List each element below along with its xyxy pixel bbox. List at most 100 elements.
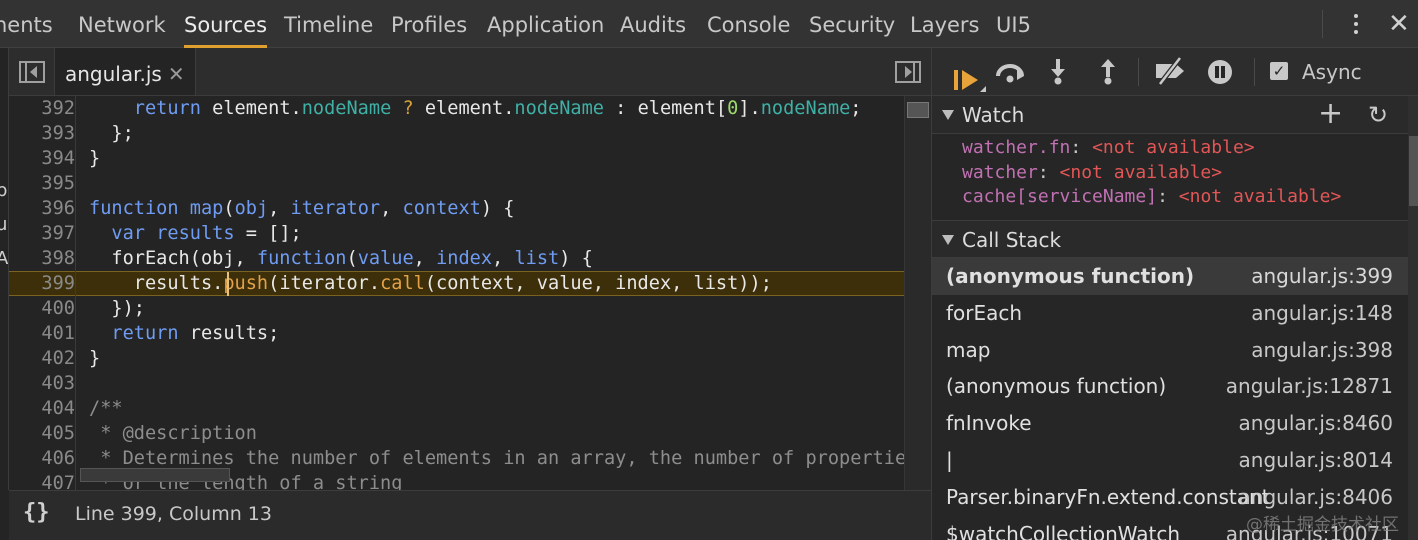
tab-elements[interactable]: nents bbox=[0, 0, 53, 48]
code-text: * @description bbox=[89, 423, 257, 444]
line-number[interactable]: 402 bbox=[9, 346, 75, 371]
call-frame[interactable]: map angular.js:398 bbox=[932, 332, 1418, 369]
line-number[interactable]: 396 bbox=[9, 196, 75, 221]
tab-sources[interactable]: Sources bbox=[184, 0, 268, 48]
line-number[interactable]: 399 bbox=[9, 272, 75, 295]
code-text: }; bbox=[89, 123, 134, 144]
call-frame-location[interactable]: angular.js:12871 bbox=[1226, 368, 1393, 405]
code-text: /** bbox=[89, 398, 123, 419]
watch-expression[interactable]: watcher: <not available> bbox=[962, 161, 1222, 185]
scrollbar-thumb[interactable] bbox=[1409, 136, 1418, 206]
toggle-debugger-icon[interactable] bbox=[895, 61, 921, 83]
deactivate-breakpoints-icon bbox=[1156, 56, 1184, 86]
call-stack-pane-header[interactable]: Call Stack bbox=[932, 220, 1418, 258]
line-number[interactable]: 404 bbox=[9, 396, 75, 421]
line-number[interactable]: 407 bbox=[9, 471, 75, 490]
editor-status-bar: {} Line 399, Column 13 bbox=[9, 490, 931, 540]
line-number[interactable]: 405 bbox=[9, 421, 75, 446]
tab-ui5[interactable]: UI5 bbox=[996, 0, 1031, 48]
expand-triangle-icon bbox=[942, 235, 954, 245]
file-tab[interactable]: angular.js ✕ bbox=[54, 48, 196, 95]
code-editor[interactable]: 392 return element.nodeName ? element.no… bbox=[9, 96, 931, 490]
code-line[interactable]: 396 function map(obj, iterator, context) … bbox=[9, 196, 931, 221]
line-number[interactable]: 395 bbox=[9, 171, 75, 196]
watch-pane-header[interactable]: Watch + ↻ bbox=[932, 96, 1418, 134]
async-checkbox[interactable]: ✓ bbox=[1270, 62, 1288, 80]
call-frame-location[interactable]: angular.js:399 bbox=[1251, 258, 1393, 295]
call-frame[interactable]: fnInvoke angular.js:8460 bbox=[932, 405, 1418, 442]
code-text: } bbox=[89, 148, 101, 169]
pretty-print-button[interactable]: {} bbox=[23, 500, 50, 525]
code-line[interactable]: 398 forEach(obj, function(value, index, … bbox=[9, 246, 931, 271]
add-icon[interactable]: + bbox=[1318, 96, 1343, 132]
call-frame[interactable]: forEach angular.js:148 bbox=[932, 295, 1418, 332]
tab-timeline[interactable]: Timeline bbox=[284, 0, 373, 48]
code-line[interactable]: 392 return element.nodeName ? element.no… bbox=[9, 96, 931, 121]
code-line[interactable]: 400 }); bbox=[9, 296, 931, 321]
navigator-fragment: p bbox=[0, 180, 8, 201]
tab-audits[interactable]: Audits bbox=[620, 0, 686, 48]
pause-on-exceptions-icon[interactable] bbox=[1208, 60, 1232, 84]
horizontal-scrollbar-thumb[interactable] bbox=[80, 468, 230, 482]
code-line[interactable]: 404 /** bbox=[9, 396, 931, 421]
line-number[interactable]: 403 bbox=[9, 371, 75, 396]
code-text: var results = []; bbox=[111, 223, 302, 244]
line-number[interactable]: 398 bbox=[9, 246, 75, 271]
close-icon[interactable]: ✕ bbox=[1388, 10, 1410, 38]
call-frame-location[interactable]: angular.js:398 bbox=[1251, 332, 1393, 369]
call-frame-name: $watchCollectionWatch bbox=[946, 521, 1181, 540]
line-number[interactable]: 401 bbox=[9, 321, 75, 346]
watch-name: watcher.fn bbox=[962, 137, 1071, 158]
line-number[interactable]: 394 bbox=[9, 146, 75, 171]
tab-network[interactable]: Network bbox=[78, 0, 166, 48]
code-line[interactable]: 403 bbox=[9, 371, 931, 396]
line-number[interactable]: 406 bbox=[9, 446, 75, 471]
watch-name: cache[serviceName] bbox=[962, 186, 1158, 207]
code-line[interactable]: 399 results.push(iterator.call(context, … bbox=[9, 271, 931, 296]
tab-console[interactable]: Console bbox=[707, 0, 790, 48]
step-out-button[interactable] bbox=[1092, 56, 1124, 88]
tab-layers[interactable]: Layers bbox=[910, 0, 980, 48]
watch-expression[interactable]: watcher.fn: <not available> bbox=[962, 136, 1255, 160]
code-line[interactable]: 401 return results; bbox=[9, 321, 931, 346]
line-number[interactable]: 397 bbox=[9, 221, 75, 246]
watch-separator: : bbox=[1157, 186, 1179, 207]
close-tab-icon[interactable]: ✕ bbox=[168, 62, 185, 86]
call-frame[interactable]: | angular.js:8014 bbox=[932, 442, 1418, 479]
line-number[interactable]: 392 bbox=[9, 96, 75, 121]
editor-tab-strip: angular.js ✕ bbox=[9, 48, 931, 96]
deactivate-breakpoints-button[interactable] bbox=[1150, 56, 1192, 88]
toggle-navigator-icon[interactable] bbox=[19, 61, 45, 83]
line-number[interactable]: 393 bbox=[9, 121, 75, 146]
editor-scrollbar[interactable] bbox=[904, 96, 931, 490]
code-line[interactable]: 397 var results = []; bbox=[9, 221, 931, 246]
code-line[interactable]: 405 * @description bbox=[9, 421, 931, 446]
step-into-button[interactable] bbox=[1042, 56, 1074, 88]
refresh-icon[interactable]: ↻ bbox=[1368, 98, 1388, 132]
call-frame[interactable]: (anonymous function) angular.js:12871 bbox=[932, 368, 1418, 405]
call-frame-location[interactable]: angular.js:8460 bbox=[1239, 405, 1393, 442]
code-text: return results; bbox=[111, 323, 280, 344]
tab-application[interactable]: Application bbox=[487, 0, 604, 48]
scrollbar-thumb[interactable] bbox=[907, 102, 929, 118]
code-line[interactable]: 393 }; bbox=[9, 121, 931, 146]
tab-profiles[interactable]: Profiles bbox=[391, 0, 467, 48]
call-frame-location[interactable]: angular.js:148 bbox=[1251, 295, 1393, 332]
watch-expression[interactable]: cache[serviceName]: <not available> bbox=[962, 185, 1341, 209]
code-line[interactable]: 395 bbox=[9, 171, 931, 196]
resume-button[interactable] bbox=[940, 56, 986, 92]
tab-security[interactable]: Security bbox=[809, 0, 895, 48]
code-line[interactable]: 394} bbox=[9, 146, 931, 171]
step-over-button[interactable] bbox=[992, 56, 1028, 88]
call-frame[interactable]: (anonymous function) angular.js:399 bbox=[932, 258, 1418, 295]
code-text: forEach(obj, function(value, index, list… bbox=[89, 248, 593, 269]
code-line[interactable]: 402} bbox=[9, 346, 931, 371]
call-frame-name: Parser.binaryFn.extend.constant bbox=[946, 484, 1270, 509]
call-frame-name: (anonymous function) bbox=[946, 374, 1167, 399]
sidebar-scrollbar[interactable] bbox=[1408, 96, 1418, 540]
line-number[interactable]: 400 bbox=[9, 296, 75, 321]
toolbar-divider bbox=[1254, 58, 1255, 86]
more-vertical-icon[interactable] bbox=[1346, 12, 1366, 38]
step-over-icon bbox=[996, 64, 1024, 83]
call-frame-location[interactable]: angular.js:8014 bbox=[1239, 442, 1393, 479]
